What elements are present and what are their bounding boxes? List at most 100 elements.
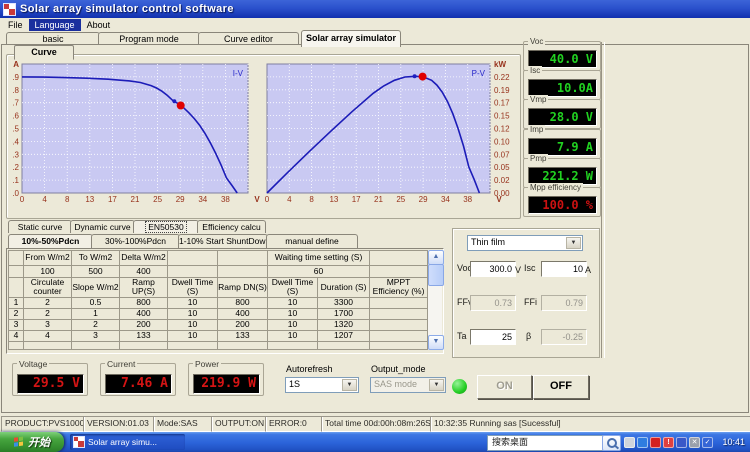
table-cell[interactable]: 60 <box>266 265 371 278</box>
svg-text:V: V <box>254 195 260 204</box>
table-cell[interactable]: 200 <box>119 318 168 331</box>
graphics-icon[interactable] <box>676 437 687 448</box>
table-cell[interactable]: 800 <box>217 296 268 309</box>
table-cell[interactable]: 0.5 <box>71 296 120 309</box>
network-error-icon[interactable]: ✕ <box>689 437 700 448</box>
status-segment-5: Total time 00d:00h:08m:26S <box>321 416 432 432</box>
table-cell[interactable]: 10 <box>167 307 218 320</box>
table-cell[interactable]: 2 <box>8 307 24 320</box>
table-cell[interactable]: 1 <box>71 307 120 320</box>
menu-file[interactable]: File <box>2 19 29 31</box>
sub-tab-10--50-pdcn[interactable]: 10%-50%Pdcn <box>8 234 93 248</box>
table-cell[interactable]: 10 <box>267 296 318 309</box>
scrollbar-thumb[interactable] <box>428 264 444 286</box>
svg-text:0.17: 0.17 <box>494 99 510 108</box>
table-cell[interactable]: 10 <box>167 329 218 342</box>
preset-select[interactable]: Thin film ▼ <box>467 235 583 251</box>
desktop-search-input[interactable]: 搜索桌面 <box>487 435 605 451</box>
field-input-Isc[interactable]: 10 <box>541 261 587 277</box>
alert-shield-icon[interactable]: ! <box>663 437 674 448</box>
output-mode-value: SAS mode <box>374 379 418 389</box>
menu-language[interactable]: Language <box>28 18 81 31</box>
table-cell[interactable]: 4 <box>23 329 72 342</box>
mode-tab-en50530[interactable]: EN50530 <box>133 220 199 233</box>
taskbar-clock[interactable]: 10:41 <box>722 432 745 452</box>
bluetooth-icon[interactable] <box>637 437 648 448</box>
table-cell[interactable]: 10 <box>167 296 218 309</box>
sub-tab-30--100-pdcn[interactable]: 30%-100%Pdcn <box>91 234 180 248</box>
scroll-up-button[interactable]: ▲ <box>428 250 444 265</box>
dropdown-arrow-icon[interactable]: ▼ <box>566 237 581 249</box>
mode-tab-static-curve[interactable]: Static curve <box>8 220 72 233</box>
table-cell[interactable]: 3 <box>71 329 120 342</box>
field-input-Voc[interactable]: 300.0 <box>470 261 516 277</box>
table-cell[interactable] <box>369 307 429 320</box>
table-cell[interactable]: 10 <box>267 318 318 331</box>
table-cell[interactable]: 1207 <box>316 329 371 342</box>
table-cell[interactable]: 800 <box>119 296 168 309</box>
table-cell[interactable]: 1320 <box>316 318 371 331</box>
off-button[interactable]: OFF <box>533 375 589 399</box>
start-button[interactable]: 开始 <box>0 432 64 452</box>
taskbar-item-solar-app[interactable]: Solar array simu... <box>70 434 185 450</box>
table-cell[interactable]: 400 <box>119 307 168 320</box>
table-cell[interactable]: 400 <box>217 307 268 320</box>
table-scrollbar[interactable]: ▲ ▼ <box>428 250 444 350</box>
table-cell[interactable] <box>369 296 429 309</box>
readout-mpp-efficiency: Mpp efficiency 100.0 % <box>523 183 601 217</box>
field-unit-Isc: A <box>585 265 592 275</box>
table-cell[interactable]: 2 <box>23 296 72 309</box>
table-cell[interactable]: 3 <box>8 318 24 331</box>
table-cell[interactable]: 3 <box>23 318 72 331</box>
table-cell[interactable]: 2 <box>23 307 72 320</box>
table-cell[interactable]: 4 <box>8 329 24 342</box>
menu-about[interactable]: About <box>81 19 117 31</box>
table-cell[interactable] <box>369 265 429 278</box>
mode-tab-dynamic-curve[interactable]: Dynamic curve <box>70 220 135 233</box>
app-icon <box>3 2 16 16</box>
table-cell[interactable] <box>8 265 24 278</box>
table-cell[interactable]: 3300 <box>316 296 371 309</box>
table-cell[interactable]: 10 <box>267 329 318 342</box>
table-cell[interactable]: 1 <box>8 296 24 309</box>
table-cell[interactable] <box>369 329 429 342</box>
search-go-button[interactable] <box>602 435 621 451</box>
table-cell[interactable]: 133 <box>217 329 268 342</box>
autorefresh-select[interactable]: 1S ▼ <box>285 377 359 393</box>
table-cell[interactable]: 2 <box>71 318 120 331</box>
title-bar[interactable]: Solar array simulator control software <box>0 0 750 18</box>
table-cell[interactable] <box>167 265 218 278</box>
table-cell[interactable] <box>217 265 268 278</box>
table-cell[interactable] <box>369 318 429 331</box>
table-cell[interactable]: 10 <box>167 318 218 331</box>
tab-solar-array-simulator[interactable]: Solar array simulator <box>301 30 401 47</box>
readout-value: 28.0 V <box>528 108 597 126</box>
keyboard-icon[interactable] <box>624 437 635 448</box>
curve-group-tab[interactable]: Curve <box>14 45 74 60</box>
ati-icon[interactable] <box>650 437 661 448</box>
sub-tab-manual-define[interactable]: manual define <box>266 234 358 248</box>
table-cell[interactable]: 1700 <box>316 307 371 320</box>
sub-tab-1-10--start-shuntdown[interactable]: 1-10% Start ShuntDown <box>178 234 268 248</box>
dropdown-arrow-icon: ▼ <box>429 379 444 391</box>
scroll-down-button[interactable]: ▼ <box>428 335 444 350</box>
table-cell[interactable]: 133 <box>119 329 168 342</box>
table-cell[interactable]: 400 <box>119 265 168 278</box>
svg-text:3.3: 3.3 <box>12 150 20 159</box>
table-cell[interactable]: 200 <box>217 318 268 331</box>
table-cell[interactable]: 10 <box>267 307 318 320</box>
mode-tab-efficiency-calcu[interactable]: Efficiency calcu <box>197 220 266 233</box>
antivirus-shield-icon[interactable]: ✓ <box>702 437 713 448</box>
main-tab-strip: basic Program mode Curve editor Solar array… <box>0 30 750 47</box>
table-cell <box>217 340 268 350</box>
table-cell[interactable]: 100 <box>23 265 72 278</box>
readout-label: Isc <box>528 66 543 75</box>
table-cell[interactable]: 500 <box>71 265 120 278</box>
on-button: ON <box>477 375 532 399</box>
svg-text:8: 8 <box>309 195 314 204</box>
table-cell <box>369 250 429 266</box>
field-input-Ta[interactable]: 25 <box>470 329 516 345</box>
svg-text:0.19: 0.19 <box>494 86 510 95</box>
dropdown-arrow-icon[interactable]: ▼ <box>342 379 357 391</box>
table-cell: Ramp DN(S) <box>217 277 268 298</box>
